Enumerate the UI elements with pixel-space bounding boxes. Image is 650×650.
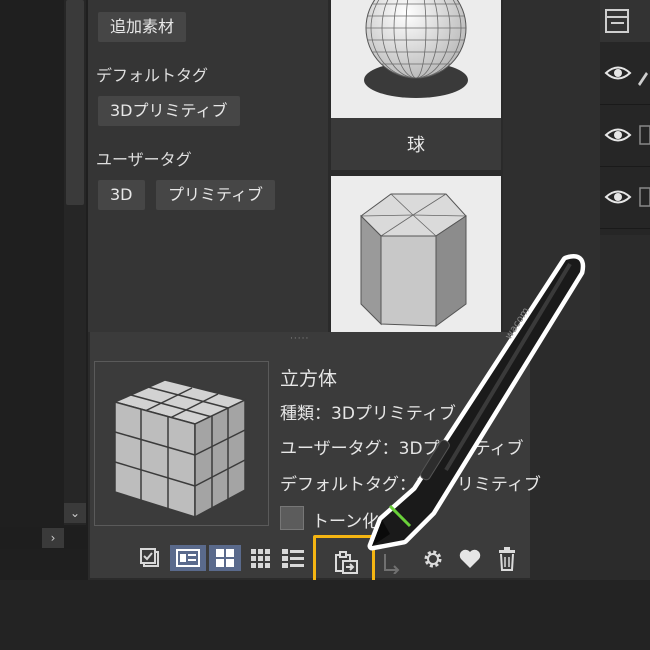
user-tag-primitive[interactable]: プリミティブ: [156, 180, 276, 210]
layer-row[interactable]: [600, 42, 650, 105]
small-thumbnail-icon[interactable]: [247, 545, 273, 571]
detail-view-icon[interactable]: [170, 545, 206, 571]
layer-panel-header: [600, 0, 650, 42]
add-material-button[interactable]: 追加素材: [98, 12, 187, 42]
default-tag-heading: デフォルトタグ: [96, 66, 209, 85]
layer-property-icon[interactable]: [600, 0, 650, 42]
cube-preview: [94, 361, 269, 526]
panel-resize-grip[interactable]: ·····: [290, 335, 320, 344]
large-thumbnail-icon[interactable]: [209, 545, 241, 571]
eye-visibility-icon[interactable]: [600, 42, 650, 104]
bottom-bar: [0, 580, 650, 650]
material-title: 立方体: [280, 368, 338, 390]
scroll-down-arrow-icon[interactable]: ⌄: [64, 503, 86, 523]
layer-row[interactable]: [600, 104, 650, 167]
sphere-thumbnail[interactable]: [331, 0, 501, 118]
tag-panel: 追加素材 デフォルトタグ 3Dプリミティブ ユーザータグ 3D プリミティブ: [88, 0, 328, 332]
sphere-caption[interactable]: 球: [331, 118, 501, 170]
eye-visibility-icon[interactable]: [600, 104, 650, 166]
left-scrollbar-thumb[interactable]: [66, 0, 84, 205]
eye-visibility-icon[interactable]: [600, 166, 650, 228]
checkbox-icon[interactable]: [137, 545, 163, 571]
scroll-right-arrow-icon[interactable]: ›: [42, 528, 64, 548]
layer-row[interactable]: [600, 166, 650, 229]
default-tag-button[interactable]: 3Dプリミティブ: [98, 96, 240, 126]
user-tag-heading: ユーザータグ: [96, 150, 192, 169]
stylus-pen-icon: wacom: [367, 254, 586, 551]
list-view-icon[interactable]: [280, 545, 306, 571]
pencil-icon: [638, 72, 648, 86]
tone-checkbox[interactable]: [280, 506, 304, 530]
user-tag-3d[interactable]: 3D: [98, 180, 145, 210]
